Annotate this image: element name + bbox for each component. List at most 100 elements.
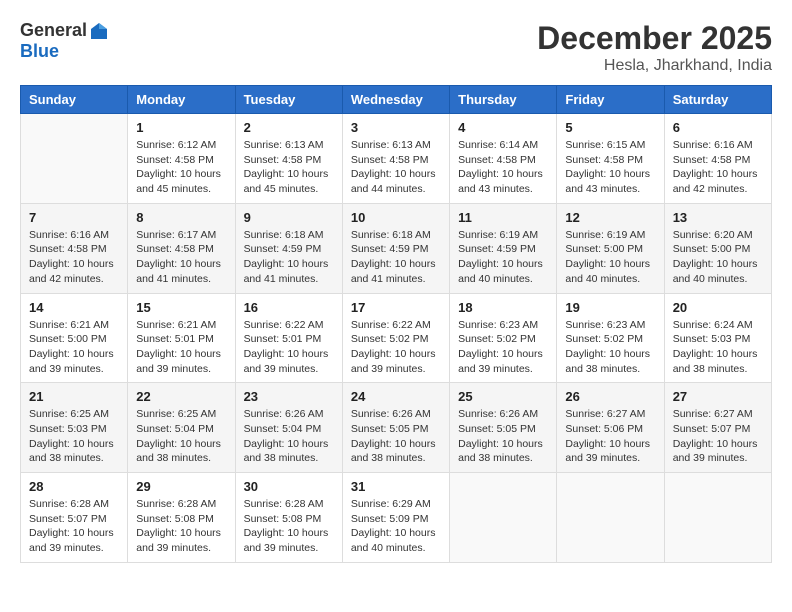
day-info: Sunrise: 6:25 AMSunset: 5:03 PMDaylight:… [29, 407, 119, 466]
day-number: 31 [351, 479, 441, 494]
day-number: 16 [244, 300, 334, 315]
day-info: Sunrise: 6:22 AMSunset: 5:01 PMDaylight:… [244, 318, 334, 377]
day-number: 19 [565, 300, 655, 315]
day-info: Sunrise: 6:13 AMSunset: 4:58 PMDaylight:… [244, 138, 334, 197]
weekday-header: Thursday [450, 86, 557, 114]
day-info: Sunrise: 6:21 AMSunset: 5:01 PMDaylight:… [136, 318, 226, 377]
month-title: December 2025 [537, 20, 772, 57]
day-info: Sunrise: 6:27 AMSunset: 5:06 PMDaylight:… [565, 407, 655, 466]
day-number: 24 [351, 389, 441, 404]
calendar-day-cell: 3Sunrise: 6:13 AMSunset: 4:58 PMDaylight… [342, 114, 449, 204]
day-info: Sunrise: 6:27 AMSunset: 5:07 PMDaylight:… [673, 407, 763, 466]
day-info: Sunrise: 6:26 AMSunset: 5:05 PMDaylight:… [458, 407, 548, 466]
day-number: 4 [458, 120, 548, 135]
weekday-header: Wednesday [342, 86, 449, 114]
calendar-day-cell: 28 Sunrise: 6:28 AMSunset: 5:07 PMDayligh… [21, 473, 128, 563]
calendar-day-cell: 10 Sunrise: 6:18 AMSunset: 4:59 PMDayligh… [342, 203, 449, 293]
calendar-day-cell: 12 Sunrise: 6:19 AMSunset: 5:00 PMDayligh… [557, 203, 664, 293]
day-info: Sunrise: 6:18 AMSunset: 4:59 PMDaylight:… [351, 228, 441, 287]
calendar-day-cell: 7Sunrise: 6:16 AMSunset: 4:58 PMDaylight… [21, 203, 128, 293]
calendar-header-row: SundayMondayTuesdayWednesdayThursdayFrid… [21, 86, 772, 114]
calendar-week-row: 1Sunrise: 6:12 AMSunset: 4:58 PMDaylight… [21, 114, 772, 204]
day-number: 27 [673, 389, 763, 404]
day-info: Sunrise: 6:16 AMSunset: 4:58 PMDaylight:… [673, 138, 763, 197]
day-info: Sunrise: 6:28 AMSunset: 5:08 PMDaylight:… [136, 497, 226, 556]
calendar-day-cell: 19 Sunrise: 6:23 AMSunset: 5:02 PMDayligh… [557, 293, 664, 383]
day-info: Sunrise: 6:23 AMSunset: 5:02 PMDaylight:… [458, 318, 548, 377]
calendar-day-cell: 25 Sunrise: 6:26 AMSunset: 5:05 PMDayligh… [450, 383, 557, 473]
day-number: 13 [673, 210, 763, 225]
calendar-day-cell: 26Sunrise: 6:27 AMSunset: 5:06 PMDayligh… [557, 383, 664, 473]
calendar-day-cell: 29Sunrise: 6:28 AMSunset: 5:08 PMDayligh… [128, 473, 235, 563]
day-number: 30 [244, 479, 334, 494]
calendar-day-cell: 22 Sunrise: 6:25 AMSunset: 5:04 PMDayligh… [128, 383, 235, 473]
calendar-day-cell: 16 Sunrise: 6:22 AMSunset: 5:01 PMDayligh… [235, 293, 342, 383]
calendar-day-cell: 2Sunrise: 6:13 AMSunset: 4:58 PMDaylight… [235, 114, 342, 204]
calendar-day-cell: 5 Sunrise: 6:15 AMSunset: 4:58 PMDaylight… [557, 114, 664, 204]
day-info: Sunrise: 6:29 AMSunset: 5:09 PMDaylight:… [351, 497, 441, 556]
day-number: 11 [458, 210, 548, 225]
calendar-table: SundayMondayTuesdayWednesdayThursdayFrid… [20, 85, 772, 563]
weekday-header: Friday [557, 86, 664, 114]
day-info: Sunrise: 6:24 AMSunset: 5:03 PMDaylight:… [673, 318, 763, 377]
day-number: 25 [458, 389, 548, 404]
weekday-header: Tuesday [235, 86, 342, 114]
calendar-day-cell: 24 Sunrise: 6:26 AMSunset: 5:05 PMDayligh… [342, 383, 449, 473]
day-info: Sunrise: 6:14 AMSunset: 4:58 PMDaylight:… [458, 138, 548, 197]
day-number: 6 [673, 120, 763, 135]
day-info: Sunrise: 6:16 AMSunset: 4:58 PMDaylight:… [29, 228, 119, 287]
location: Hesla, Jharkhand, India [537, 57, 772, 75]
calendar-day-cell: 14 Sunrise: 6:21 AMSunset: 5:00 PMDayligh… [21, 293, 128, 383]
day-number: 21 [29, 389, 119, 404]
weekday-header: Sunday [21, 86, 128, 114]
calendar-day-cell: 17 Sunrise: 6:22 AMSunset: 5:02 PMDayligh… [342, 293, 449, 383]
day-info: Sunrise: 6:23 AMSunset: 5:02 PMDaylight:… [565, 318, 655, 377]
day-number: 15 [136, 300, 226, 315]
calendar-week-row: 14 Sunrise: 6:21 AMSunset: 5:00 PMDayligh… [21, 293, 772, 383]
day-info: Sunrise: 6:21 AMSunset: 5:00 PMDaylight:… [29, 318, 119, 377]
calendar-day-cell: 4 Sunrise: 6:14 AMSunset: 4:58 PMDaylight… [450, 114, 557, 204]
calendar-day-cell: 18Sunrise: 6:23 AMSunset: 5:02 PMDayligh… [450, 293, 557, 383]
day-number: 28 [29, 479, 119, 494]
day-number: 17 [351, 300, 441, 315]
calendar-week-row: 21 Sunrise: 6:25 AMSunset: 5:03 PMDayligh… [21, 383, 772, 473]
day-number: 14 [29, 300, 119, 315]
weekday-header: Monday [128, 86, 235, 114]
day-number: 12 [565, 210, 655, 225]
day-info: Sunrise: 6:20 AMSunset: 5:00 PMDaylight:… [673, 228, 763, 287]
calendar-week-row: 7Sunrise: 6:16 AMSunset: 4:58 PMDaylight… [21, 203, 772, 293]
calendar-day-cell: 11Sunrise: 6:19 AMSunset: 4:59 PMDayligh… [450, 203, 557, 293]
weekday-header: Saturday [664, 86, 771, 114]
day-info: Sunrise: 6:25 AMSunset: 5:04 PMDaylight:… [136, 407, 226, 466]
calendar-day-cell: 23Sunrise: 6:26 AMSunset: 5:04 PMDayligh… [235, 383, 342, 473]
calendar-week-row: 28 Sunrise: 6:28 AMSunset: 5:07 PMDayligh… [21, 473, 772, 563]
day-info: Sunrise: 6:28 AMSunset: 5:08 PMDaylight:… [244, 497, 334, 556]
logo-general-text: General [20, 20, 87, 41]
calendar-day-cell: 1Sunrise: 6:12 AMSunset: 4:58 PMDaylight… [128, 114, 235, 204]
day-number: 5 [565, 120, 655, 135]
day-info: Sunrise: 6:17 AMSunset: 4:58 PMDaylight:… [136, 228, 226, 287]
day-number: 10 [351, 210, 441, 225]
calendar-day-cell: 15 Sunrise: 6:21 AMSunset: 5:01 PMDayligh… [128, 293, 235, 383]
day-info: Sunrise: 6:22 AMSunset: 5:02 PMDaylight:… [351, 318, 441, 377]
day-number: 3 [351, 120, 441, 135]
day-info: Sunrise: 6:19 AMSunset: 5:00 PMDaylight:… [565, 228, 655, 287]
page-header: General Blue December 2025 Hesla, Jharkh… [20, 20, 772, 75]
day-info: Sunrise: 6:18 AMSunset: 4:59 PMDaylight:… [244, 228, 334, 287]
logo-icon [89, 21, 109, 41]
day-number: 22 [136, 389, 226, 404]
day-info: Sunrise: 6:26 AMSunset: 5:04 PMDaylight:… [244, 407, 334, 466]
day-info: Sunrise: 6:15 AMSunset: 4:58 PMDaylight:… [565, 138, 655, 197]
calendar-day-cell: 13 Sunrise: 6:20 AMSunset: 5:00 PMDayligh… [664, 203, 771, 293]
calendar-day-cell: 8Sunrise: 6:17 AMSunset: 4:58 PMDaylight… [128, 203, 235, 293]
calendar-day-cell: 27 Sunrise: 6:27 AMSunset: 5:07 PMDayligh… [664, 383, 771, 473]
day-info: Sunrise: 6:28 AMSunset: 5:07 PMDaylight:… [29, 497, 119, 556]
calendar-day-cell: 9Sunrise: 6:18 AMSunset: 4:59 PMDaylight… [235, 203, 342, 293]
calendar-day-cell [450, 473, 557, 563]
calendar-day-cell [21, 114, 128, 204]
day-number: 20 [673, 300, 763, 315]
calendar-day-cell [664, 473, 771, 563]
calendar-day-cell: 21 Sunrise: 6:25 AMSunset: 5:03 PMDayligh… [21, 383, 128, 473]
day-info: Sunrise: 6:26 AMSunset: 5:05 PMDaylight:… [351, 407, 441, 466]
calendar-day-cell: 20 Sunrise: 6:24 AMSunset: 5:03 PMDayligh… [664, 293, 771, 383]
